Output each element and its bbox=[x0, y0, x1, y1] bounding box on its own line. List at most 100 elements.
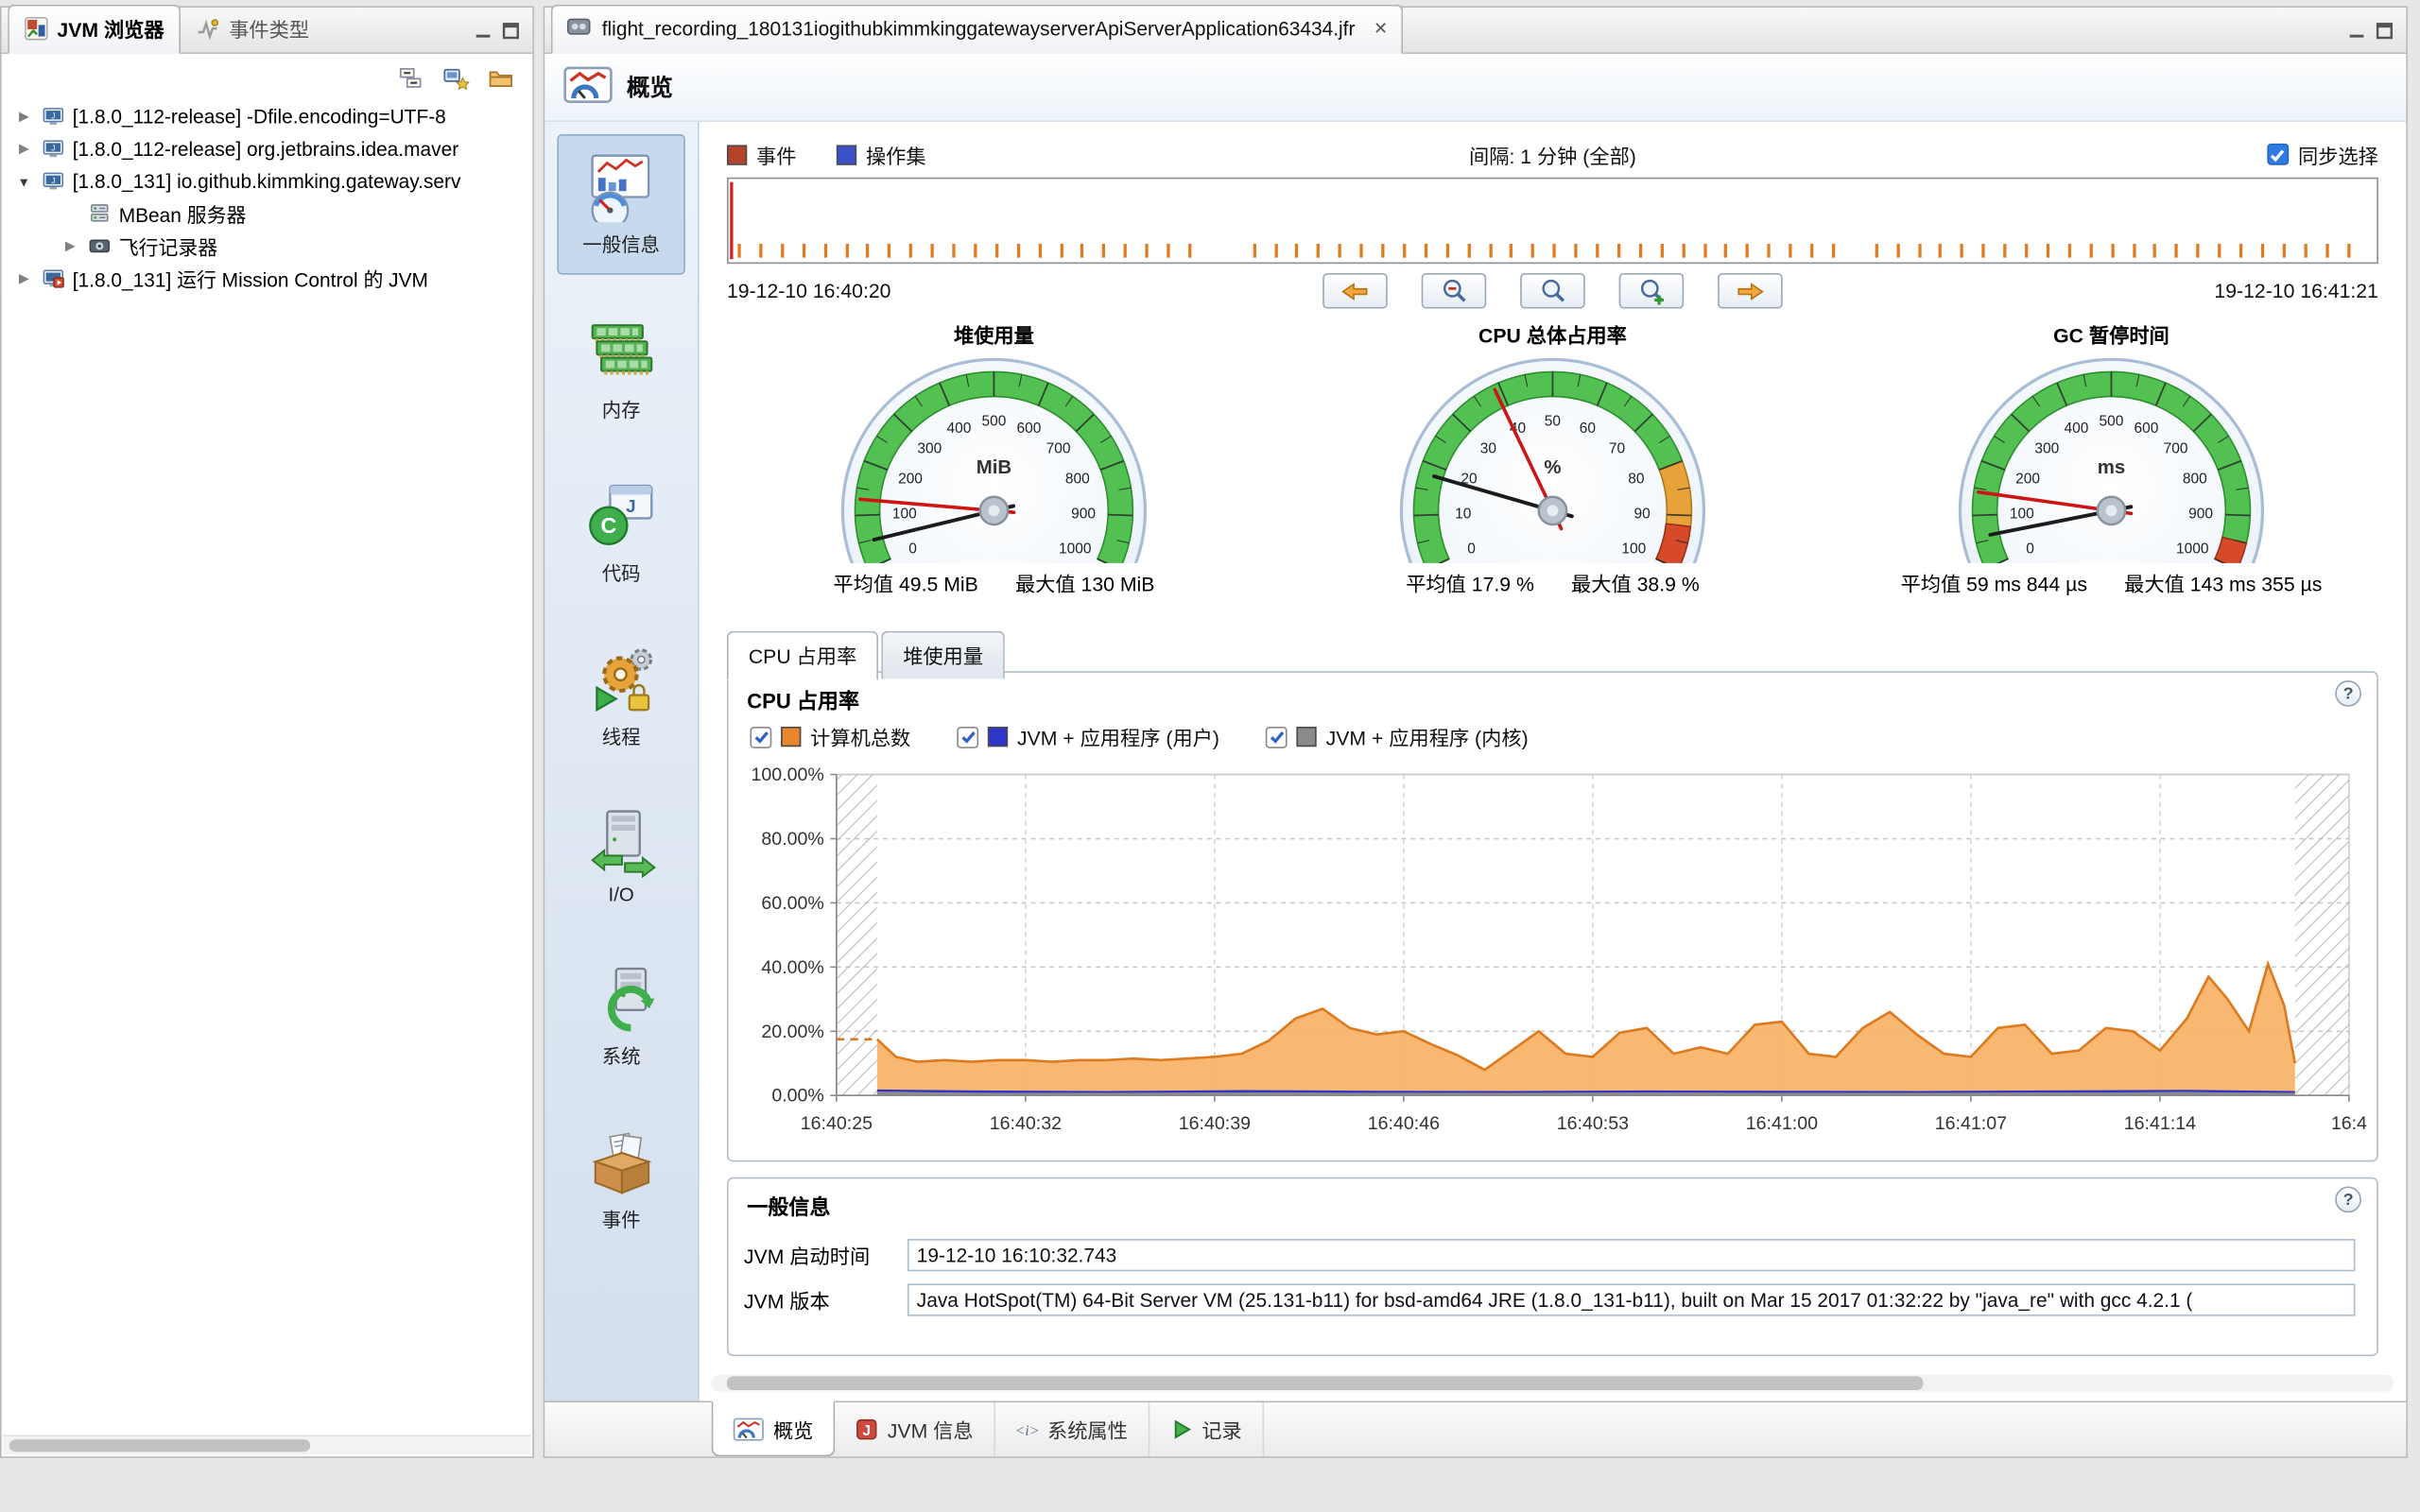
page-tab-recording[interactable]: 记录 bbox=[1150, 1402, 1264, 1456]
event-tick bbox=[1102, 244, 1105, 258]
zoom-in-button[interactable] bbox=[1619, 273, 1685, 309]
svg-text:16:40:25: 16:40:25 bbox=[801, 1113, 873, 1134]
svg-text:80: 80 bbox=[1628, 471, 1645, 487]
minimize-button[interactable] bbox=[2347, 22, 2366, 41]
editor-window-controls bbox=[2347, 22, 2400, 53]
event-tick bbox=[2346, 244, 2349, 258]
event-tick bbox=[1703, 244, 1706, 258]
sidebar-item-label: 事件 bbox=[602, 1203, 641, 1232]
gauge-1: CPU 总体占用率 0102030405060708090100% 平均值 17… bbox=[1273, 319, 1832, 612]
series-legend-item[interactable]: JVM + 应用程序 (用户) bbox=[957, 722, 1219, 751]
view-tab-jvm-browser[interactable]: JVM 浏览器 bbox=[8, 5, 181, 54]
minimize-button[interactable] bbox=[474, 22, 493, 41]
jvm-version-field[interactable]: Java HotSpot(TM) 64-Bit Server VM (25.13… bbox=[908, 1283, 2355, 1315]
event-tick bbox=[931, 244, 934, 258]
sidebar-item-threads[interactable]: 线程 bbox=[586, 644, 657, 750]
tree-item-label: 飞行记录器 bbox=[119, 232, 217, 261]
tree-item[interactable]: ▶J[1.8.0_112-release] -Dfile.encoding=UT… bbox=[2, 100, 533, 132]
event-tick bbox=[1124, 244, 1127, 258]
sidebar-item-events[interactable]: 事件 bbox=[586, 1126, 657, 1233]
tree-expander-collapsed[interactable]: ▶ bbox=[14, 108, 34, 125]
horizontal-scrollbar[interactable] bbox=[712, 1375, 2394, 1392]
event-tick bbox=[974, 244, 977, 258]
operative-set-legend[interactable]: 操作集 bbox=[837, 140, 926, 169]
maximize-button[interactable] bbox=[2376, 22, 2394, 41]
event-tick bbox=[995, 244, 998, 258]
horizontal-scrollbar[interactable] bbox=[3, 1435, 530, 1454]
tree-expander-expanded[interactable]: ▼ bbox=[14, 174, 34, 189]
chart-tab-cpu[interactable]: CPU 占用率 bbox=[727, 631, 878, 680]
sidebar-item-io[interactable]: I/O bbox=[586, 807, 657, 905]
jvm-start-time-field[interactable]: 19-12-10 16:10:32.743 bbox=[908, 1239, 2355, 1271]
page-tab-system-properties[interactable]: <i>系统属性 bbox=[994, 1402, 1149, 1456]
svg-text:400: 400 bbox=[2065, 421, 2089, 437]
jvm-mc-icon bbox=[42, 266, 64, 289]
io-icon bbox=[586, 807, 657, 878]
chart-tab-heap[interactable]: 堆使用量 bbox=[881, 631, 1005, 679]
forward-arrow-icon bbox=[1737, 280, 1764, 301]
scrollbar-thumb[interactable] bbox=[727, 1376, 1923, 1390]
pan-right-button[interactable] bbox=[1718, 273, 1783, 309]
help-icon[interactable]: ? bbox=[2335, 680, 2361, 707]
maximize-icon bbox=[502, 22, 521, 41]
sidebar-item-code[interactable]: JC代码 bbox=[586, 480, 657, 587]
event-tick bbox=[1832, 244, 1835, 258]
event-tick bbox=[845, 244, 848, 258]
event-types-icon bbox=[197, 17, 219, 40]
new-connection-icon bbox=[442, 64, 469, 91]
event-tick bbox=[2282, 244, 2285, 258]
interval-label: 间隔: 1 分钟 (全部) bbox=[1469, 140, 1636, 169]
event-tick bbox=[1167, 244, 1169, 258]
event-tick bbox=[909, 244, 912, 258]
event-tick bbox=[759, 244, 762, 258]
open-folder-button[interactable] bbox=[483, 60, 517, 94]
jvm-info-icon: J bbox=[856, 1418, 878, 1440]
page-tab-jvm-info[interactable]: JJVM 信息 bbox=[835, 1402, 994, 1456]
threads-icon bbox=[586, 644, 657, 714]
maximize-button[interactable] bbox=[502, 22, 521, 41]
sidebar-item-general-info[interactable]: 一般信息 bbox=[558, 134, 684, 275]
tree-item-label: [1.8.0_131] io.github.kimmking.gateway.s… bbox=[73, 170, 461, 193]
svg-text:16:4: 16:4 bbox=[2331, 1113, 2367, 1134]
gauge-stats: 平均值 59 ms 844 µs最大值 143 ms 355 µs bbox=[1901, 568, 2323, 597]
tree-expander-collapsed[interactable]: ▶ bbox=[14, 270, 34, 287]
zoom-reset-button[interactable] bbox=[1520, 273, 1585, 309]
pan-left-button[interactable] bbox=[1322, 273, 1388, 309]
recording-timeline[interactable] bbox=[727, 178, 2378, 264]
zoom-out-button[interactable] bbox=[1422, 273, 1487, 309]
event-tick bbox=[1060, 244, 1063, 258]
tree-item[interactable]: ▼ J [1.8.0_131] io.github.kimmking.gateway… bbox=[2, 165, 533, 198]
jvm-node-icon: J bbox=[42, 170, 64, 193]
tree-item[interactable]: ▶[1.8.0_131] 运行 Mission Control 的 JVM bbox=[2, 263, 533, 295]
sidebar-item-memory[interactable]: 内存 bbox=[586, 317, 657, 423]
close-icon[interactable]: ✕ bbox=[1374, 19, 1388, 39]
help-icon[interactable]: ? bbox=[2335, 1187, 2361, 1213]
view-tab-event-types[interactable]: 事件类型 bbox=[182, 7, 325, 53]
overview-icon bbox=[734, 1418, 765, 1440]
tree-item[interactable]: MBean 服务器 bbox=[2, 198, 533, 230]
editor-tab[interactable]: flight_recording_180131iogithubkimmkingg… bbox=[551, 5, 1404, 54]
sidebar-item-label: I/O bbox=[609, 885, 634, 906]
scrollbar-thumb[interactable] bbox=[9, 1439, 310, 1452]
gauge-stats: 平均值 17.9 %最大值 38.9 % bbox=[1406, 568, 1700, 597]
series-legend-item[interactable]: 计算机总数 bbox=[750, 722, 910, 751]
series-legend-item[interactable]: JVM + 应用程序 (内核) bbox=[1266, 722, 1529, 751]
tree-expander-collapsed[interactable]: ▶ bbox=[60, 237, 80, 254]
event-tick bbox=[823, 244, 826, 258]
gauge-stats: 平均值 49.5 MiB最大值 130 MiB bbox=[833, 568, 1154, 597]
sidebar-item-system[interactable]: 系统 bbox=[586, 963, 657, 1070]
page-tab-overview[interactable]: 概览 bbox=[712, 1400, 836, 1456]
range-start-time: 19-12-10 16:40:20 bbox=[727, 280, 890, 302]
tree-item[interactable]: ▶J[1.8.0_112-release] org.jetbrains.idea… bbox=[2, 132, 533, 164]
new-connection-button[interactable] bbox=[439, 60, 473, 94]
tree-expander-collapsed[interactable]: ▶ bbox=[14, 141, 34, 158]
events-legend[interactable]: 事件 bbox=[727, 140, 796, 169]
tree-item[interactable]: ▶ 飞行记录器 bbox=[2, 230, 533, 262]
svg-text:J: J bbox=[51, 111, 55, 120]
jvm-browser-toolbar bbox=[2, 54, 533, 100]
timeline-nav-buttons bbox=[1322, 273, 1783, 309]
checkbox-checked-icon bbox=[750, 726, 771, 747]
event-tick bbox=[1038, 244, 1041, 258]
collapse-all-button[interactable] bbox=[393, 60, 427, 94]
sync-selection-checkbox[interactable]: 同步选择 bbox=[2267, 140, 2378, 169]
